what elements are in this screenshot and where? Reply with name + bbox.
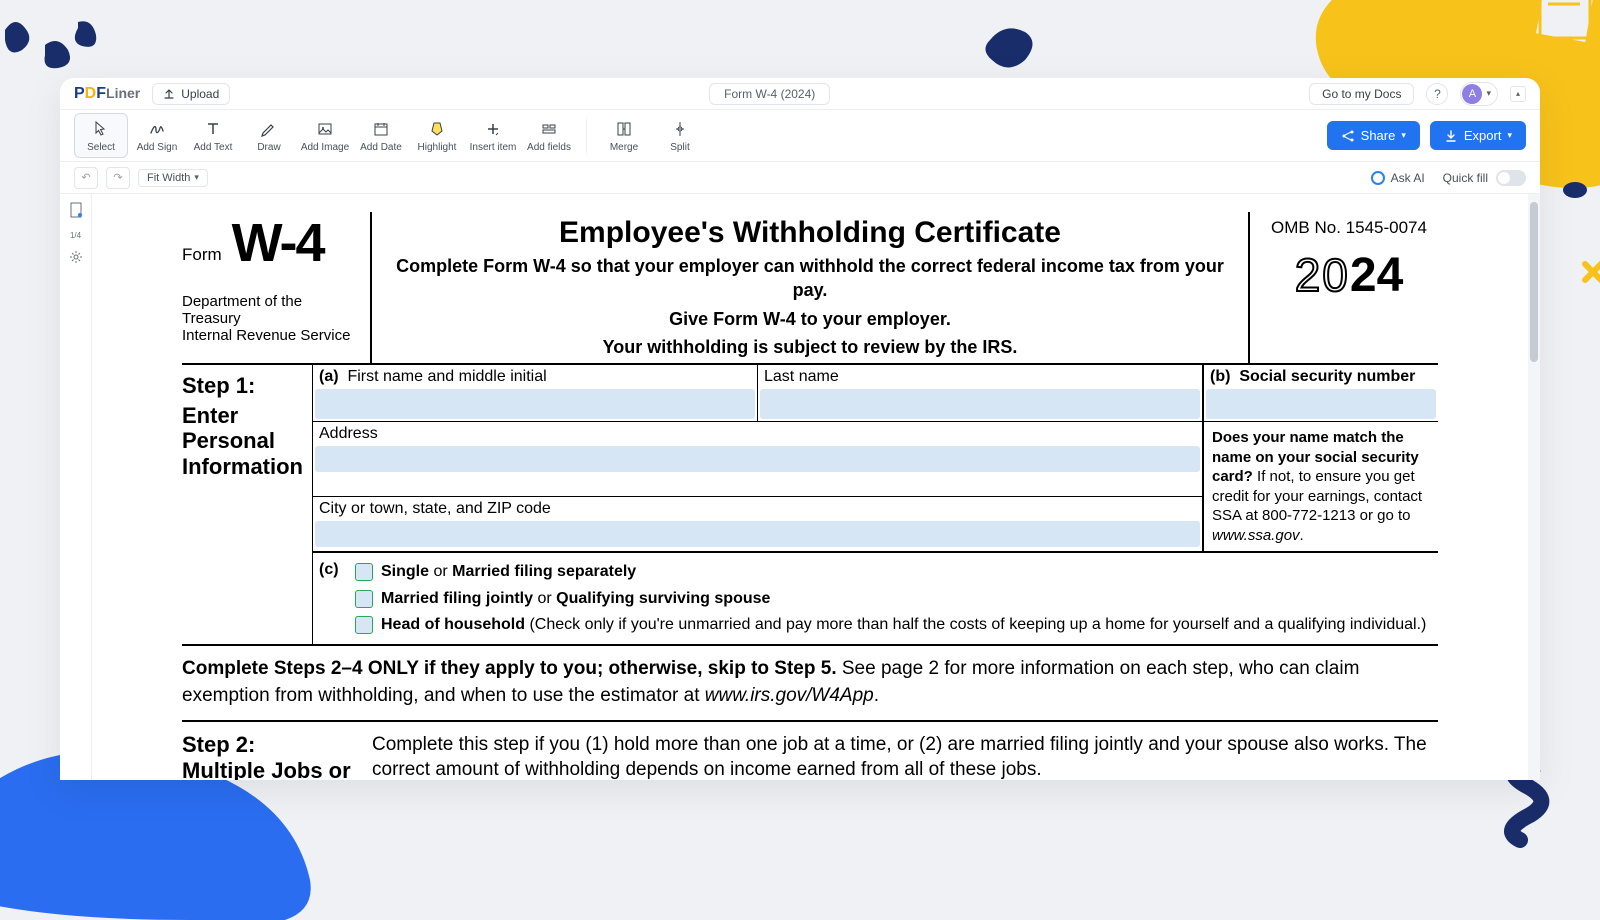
date-icon <box>370 118 392 140</box>
tool-merge[interactable]: Merge <box>597 114 651 157</box>
sign-icon <box>146 118 168 140</box>
page-counter: 1/4 <box>70 231 81 240</box>
redo-button[interactable]: ↷ <box>106 167 130 189</box>
step2-title: Step 2: <box>182 732 372 758</box>
instructions-inter: Complete Steps 2–4 ONLY if they apply to… <box>182 646 1438 721</box>
tool-select[interactable]: Select <box>74 113 128 158</box>
share-button[interactable]: Share ▾ <box>1327 121 1420 150</box>
tool-draw[interactable]: Draw <box>242 114 296 157</box>
address-field[interactable] <box>315 446 1200 472</box>
form-sub-3: Your withholding is subject to review by… <box>388 335 1232 359</box>
checkbox-married-jointly[interactable] <box>355 590 373 608</box>
decorative-blob <box>1560 180 1590 200</box>
form-sub-2: Give Form W-4 to your employer. <box>388 307 1232 331</box>
chevron-down-icon: ▾ <box>1486 88 1491 99</box>
last-name-field[interactable] <box>760 389 1200 419</box>
vertical-scrollbar[interactable] <box>1528 194 1540 780</box>
form-sub-1: Complete Form W-4 so that your employer … <box>388 254 1232 303</box>
chevron-down-icon: ▾ <box>1401 130 1406 141</box>
form-word: Form <box>182 245 222 265</box>
avatar: A <box>1462 84 1482 104</box>
tool-add-date[interactable]: Add Date <box>354 114 408 157</box>
app-window: PDFLiner Upload Form W-4 (2024) Go to my… <box>60 78 1540 780</box>
step2-subtitle: Multiple Jobs or Spouse <box>182 758 372 780</box>
quick-fill-toggle-wrap: Quick fill <box>1443 170 1526 186</box>
ask-ai-button[interactable]: Ask AI <box>1371 171 1425 185</box>
text-icon <box>202 118 224 140</box>
goto-docs-button[interactable]: Go to my Docs <box>1309 83 1414 105</box>
chevron-down-icon: ▾ <box>194 172 199 183</box>
decorative-blob <box>0 10 110 80</box>
split-icon <box>669 118 691 140</box>
tool-add-image[interactable]: Add Image <box>298 114 352 157</box>
dept-line-2: Internal Revenue Service <box>182 327 364 344</box>
draw-icon <box>258 118 280 140</box>
tool-add-sign[interactable]: Add Sign <box>130 114 184 157</box>
upload-icon <box>163 88 175 100</box>
scrollbar-thumb[interactable] <box>1530 202 1538 362</box>
toolbar: Select Add Sign Add Text Draw Add Image … <box>60 110 1540 162</box>
share-icon <box>1341 129 1355 143</box>
divider <box>586 119 587 153</box>
quick-fill-toggle[interactable] <box>1496 170 1526 186</box>
upload-label: Upload <box>181 87 219 101</box>
image-icon <box>314 118 336 140</box>
omb-number: OMB No. 1545-0074 <box>1260 218 1438 238</box>
step2-body: Complete this step if you (1) hold more … <box>372 732 1438 780</box>
step1-subtitle: Enter Personal Information <box>182 403 308 479</box>
topbar: PDFLiner Upload Form W-4 (2024) Go to my… <box>60 78 1540 110</box>
left-panel: 1/4 <box>60 194 92 780</box>
tool-add-fields[interactable]: Add fields <box>522 114 576 157</box>
pages-icon[interactable] <box>69 202 83 221</box>
checkbox-head-of-household[interactable] <box>355 616 373 634</box>
city-field[interactable] <box>315 521 1200 547</box>
document-viewport[interactable]: Form W-4 Department of the Treasury Inte… <box>92 194 1528 780</box>
settings-icon[interactable] <box>69 250 83 267</box>
plus-icon <box>482 118 504 140</box>
collapse-button[interactable]: ▴ <box>1510 86 1526 102</box>
decorative-blob <box>1581 260 1600 284</box>
form-title: Employee's Withholding Certificate <box>388 216 1232 250</box>
document-title[interactable]: Form W-4 (2024) <box>709 83 830 105</box>
first-name-field[interactable] <box>315 389 755 419</box>
form-code: W-4 <box>232 222 324 265</box>
logo: PDFLiner <box>74 85 140 103</box>
ssn-field[interactable] <box>1206 389 1436 419</box>
undo-button[interactable]: ↶ <box>74 167 98 189</box>
form-w4: Form W-4 Department of the Treasury Inte… <box>92 194 1528 780</box>
tool-split[interactable]: Split <box>653 114 707 157</box>
merge-icon <box>613 118 635 140</box>
account-menu[interactable]: A ▾ <box>1460 82 1498 106</box>
upload-button[interactable]: Upload <box>152 83 230 105</box>
help-button[interactable]: ? <box>1426 83 1448 105</box>
decorative-blob <box>980 20 1040 70</box>
fields-icon <box>538 118 560 140</box>
content-area: 1/4 Form W-4 Department of the Treasury <box>60 194 1540 780</box>
highlight-icon <box>426 118 448 140</box>
export-button[interactable]: Export ▾ <box>1430 121 1526 150</box>
form-year: 2024 <box>1260 248 1438 303</box>
tool-add-text[interactable]: Add Text <box>186 114 240 157</box>
zoom-select[interactable]: Fit Width ▾ <box>138 169 208 187</box>
secondary-toolbar: ↶ ↷ Fit Width ▾ Ask AI Quick fill <box>60 162 1540 194</box>
chevron-down-icon: ▾ <box>1507 130 1512 141</box>
tool-highlight[interactable]: Highlight <box>410 114 464 157</box>
step1-title: Step 1: <box>182 373 308 399</box>
dept-line-1: Department of the Treasury <box>182 293 364 327</box>
cursor-icon <box>90 118 112 140</box>
ai-icon <box>1371 171 1385 185</box>
tool-insert-item[interactable]: Insert item <box>466 114 520 157</box>
checkbox-single[interactable] <box>355 563 373 581</box>
export-icon <box>1444 129 1458 143</box>
